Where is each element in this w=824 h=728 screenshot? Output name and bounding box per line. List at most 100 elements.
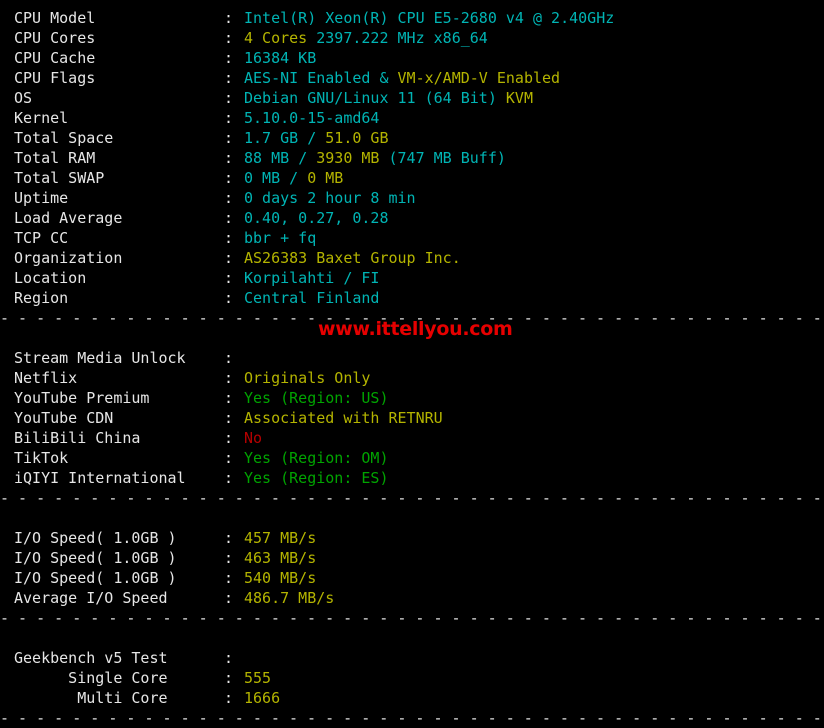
info-row-value: 88 MB	[244, 149, 299, 167]
info-row-separator: :	[224, 269, 234, 287]
info-row: CPU Cores:4 Cores 2397.222 MHz x86_64	[0, 28, 824, 48]
info-row-value: Yes (Region: OM)	[244, 449, 389, 467]
info-row: Total SWAP:0 MB / 0 MB	[0, 168, 824, 188]
info-row-label: OS	[14, 89, 33, 107]
info-row-separator: :	[224, 389, 234, 407]
info-row-separator: :	[224, 169, 234, 187]
info-row-label: CPU Model	[14, 9, 96, 27]
info-row-label: TikTok	[14, 449, 69, 467]
info-row-separator: :	[224, 289, 234, 307]
info-row-label: Region	[14, 289, 69, 307]
info-row-value: Intel(R) Xeon(R) CPU E5-2680 v4 @ 2.40GH…	[244, 9, 615, 27]
info-row-separator: :	[224, 589, 234, 607]
info-row-label: Total RAM	[14, 149, 96, 167]
info-row-value: 1.7 GB	[244, 129, 308, 147]
info-row-value: 555	[244, 669, 272, 687]
info-row: Average I/O Speed:486.7 MB/s	[0, 588, 824, 608]
info-row-value: 457 MB/s	[244, 529, 317, 547]
info-row-label: I/O Speed( 1.0GB )	[14, 569, 177, 587]
info-row-separator: :	[224, 429, 234, 447]
info-row-separator: :	[224, 469, 234, 487]
info-row-separator: :	[224, 369, 234, 387]
info-row-label: Geekbench v5 Test	[14, 649, 168, 667]
info-row-separator: :	[224, 209, 234, 227]
section-divider: - - - - - - - - - - - - - - - - - - - - …	[0, 489, 822, 507]
info-row-value: AS26383 Baxet Group Inc.	[244, 249, 461, 267]
info-row-label: Organization	[14, 249, 123, 267]
info-row: Location: Korpilahti / FI	[0, 268, 824, 288]
info-row-value: 5.10.0-15-amd64	[244, 109, 380, 127]
info-row-separator: :	[224, 569, 234, 587]
info-row-value: 16384 KB	[244, 49, 317, 67]
info-row-value: 0 MB	[307, 169, 344, 187]
info-row-separator: :	[224, 129, 234, 147]
info-row-value: KVM	[505, 89, 533, 107]
info-row: Uptime:0 days 2 hour 8 min	[0, 188, 824, 208]
info-row: Total Space:1.7 GB / 51.0 GB	[0, 128, 824, 148]
info-row-separator: :	[224, 189, 234, 207]
info-row-separator: :	[224, 249, 234, 267]
info-row: I/O Speed( 1.0GB ):540 MB/s	[0, 568, 824, 588]
info-row-label: CPU Flags	[14, 69, 96, 87]
info-row: Geekbench v5 Test:	[0, 648, 824, 668]
info-row-separator: :	[224, 109, 234, 127]
info-row-separator: :	[224, 449, 234, 467]
info-row-value: 3930 MB	[316, 149, 389, 167]
info-row-separator: :	[224, 49, 234, 67]
info-row-label: Stream Media Unlock	[14, 349, 186, 367]
info-row-label: Average I/O Speed	[14, 589, 168, 607]
info-row-separator: :	[224, 69, 234, 87]
terminal-output: CPU Model: Intel(R) Xeon(R) CPU E5-2680 v…	[0, 0, 824, 728]
info-row-label: CPU Cores	[14, 29, 96, 47]
info-row-value: 540 MB/s	[244, 569, 317, 587]
info-row-label: YouTube Premium	[14, 389, 150, 407]
info-row: OS: Debian GNU/Linux 11 (64 Bit) KVM	[0, 88, 824, 108]
info-row-separator: :	[224, 689, 234, 707]
section-divider: - - - - - - - - - - - - - - - - - - - - …	[0, 609, 822, 627]
info-row: Kernel:5.10.0-15-amd64	[0, 108, 824, 128]
info-row-value: &	[370, 69, 398, 87]
info-row-label: I/O Speed( 1.0GB )	[14, 549, 177, 567]
info-row-value: Originals Only	[244, 369, 371, 387]
info-row-value: /	[289, 169, 308, 187]
info-row-value: Associated with RETNRU	[244, 409, 443, 427]
geekbench-section: Geekbench v5 Test: Single Core:555 Multi…	[0, 648, 824, 708]
info-row-separator: :	[224, 89, 234, 107]
info-row: I/O Speed( 1.0GB ):457 MB/s	[0, 528, 824, 548]
system-info-section: CPU Model: Intel(R) Xeon(R) CPU E5-2680 v…	[0, 8, 824, 308]
info-row-value: 463 MB/s	[244, 549, 317, 567]
info-row-separator: :	[224, 529, 234, 547]
info-row: CPU Flags: AES-NI Enabled & VM-x/AMD-V En…	[0, 68, 824, 88]
info-row-label: Multi Core	[14, 689, 168, 707]
info-row-value: 4 Cores	[244, 29, 308, 47]
info-row: BiliBili China: No	[0, 428, 824, 448]
info-row-separator: :	[224, 9, 234, 27]
info-row-value: 0 days 2 hour 8 min	[244, 189, 416, 207]
info-row-value: 486.7 MB/s	[244, 589, 335, 607]
info-row-value: /	[298, 149, 317, 167]
info-row: Single Core:555	[0, 668, 824, 688]
info-row-label: Total SWAP	[14, 169, 105, 187]
info-row: YouTube Premium: Yes (Region: US)	[0, 388, 824, 408]
info-row-value: bbr + fq	[244, 229, 317, 247]
info-row-value: Yes (Region: US)	[244, 389, 389, 407]
info-row-label: CPU Cache	[14, 49, 96, 67]
info-row: Region: Central Finland	[0, 288, 824, 308]
info-row-value: Korpilahti / FI	[244, 269, 380, 287]
info-row-value: 0.40, 0.27, 0.28	[244, 209, 389, 227]
stream-media-section: Stream Media Unlock: Netflix: Originals On…	[0, 348, 824, 488]
info-row-value: No	[244, 429, 263, 447]
info-row-value: Yes (Region: ES)	[244, 469, 389, 487]
info-row-separator: :	[224, 669, 234, 687]
info-row-value: 0 MB	[244, 169, 290, 187]
info-row-label: Kernel	[14, 109, 69, 127]
section-divider: - - - - - - - - - - - - - - - - - - - - …	[0, 709, 822, 727]
info-row-value: Debian GNU/Linux 11 (64 Bit)	[244, 89, 506, 107]
info-row: Total RAM:88 MB / 3930 MB (747 MB Buff)	[0, 148, 824, 168]
info-row: Load Average:0.40, 0.27, 0.28	[0, 208, 824, 228]
info-row-label: I/O Speed( 1.0GB )	[14, 529, 177, 547]
io-speed-section: I/O Speed( 1.0GB ):457 MB/s I/O Speed( 1.…	[0, 528, 824, 608]
info-row: Stream Media Unlock:	[0, 348, 824, 368]
info-row: YouTube CDN: Associated with RETNRU	[0, 408, 824, 428]
